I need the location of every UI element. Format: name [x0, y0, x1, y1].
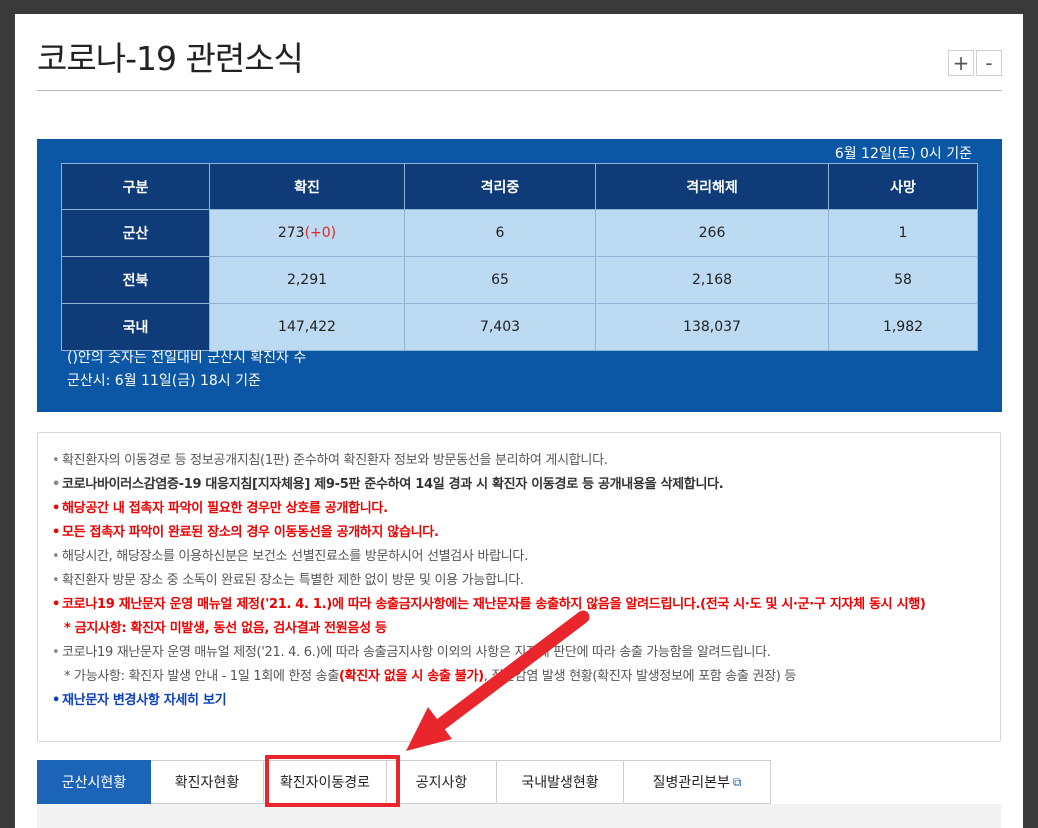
zoom-out-button[interactable]: -: [976, 50, 1002, 76]
tab-bar: 군산시현황 확진자현황 확진자이동경로 공지사항 국내발생현황 질병관리본부 ⧉: [37, 760, 771, 804]
stats-header-row: 구분 확진 격리중 격리해제 사망: [61, 163, 978, 210]
isolated-count: 6: [404, 209, 596, 257]
death-count: 1: [828, 209, 978, 257]
released-count: 266: [595, 209, 829, 257]
region-name: 국내: [61, 303, 210, 351]
page-title: 코로나-19 관련소식: [37, 39, 304, 78]
header-confirmed: 확진: [209, 163, 405, 210]
page: 코로나-19 관련소식 + - 6월 12일(토) 0시 기준 구분 확진 격리…: [15, 14, 1023, 828]
tab-gunsan-status[interactable]: 군산시현황: [37, 760, 151, 804]
notice-text: 코로나19 재난문자 운영 매뉴얼 제정('21. 4. 1.)에 따라 송출금…: [62, 597, 926, 612]
confirmed-count: 273(+0): [209, 209, 405, 257]
isolated-count: 65: [404, 256, 596, 304]
notice-item: 확진환자 방문 장소 중 소독이 완료된 장소는 특별한 제한 없이 방문 및 …: [52, 569, 1000, 593]
table-row: 전북 2,291 65 2,168 58: [61, 256, 978, 304]
notice-item: 확진환자의 이동경로 등 정보공개지침(1판) 준수하여 확진환자 정보와 방문…: [52, 449, 1000, 473]
header-isolated: 격리중: [404, 163, 596, 210]
confirmed-count: 2,291: [209, 256, 405, 304]
stats-date: 6월 12일(토) 0시 기준: [834, 146, 972, 162]
stats-panel: 6월 12일(토) 0시 기준 구분 확진 격리중 격리해제 사망 군산 273…: [37, 139, 1002, 412]
tab-notices[interactable]: 공지사항: [387, 760, 497, 804]
zoom-in-button[interactable]: +: [948, 50, 974, 76]
tab-movement-route[interactable]: 확진자이동경로: [264, 760, 387, 804]
region-name: 군산: [61, 209, 210, 257]
confirmed-delta: (+0): [304, 225, 337, 241]
tab-confirmed-status[interactable]: 확진자현황: [151, 760, 264, 804]
notice-box: 확진환자의 이동경로 등 정보공개지침(1판) 준수하여 확진환자 정보와 방문…: [37, 432, 1001, 742]
notice-subtext-b: (확진자 없을 시 송출 불가): [338, 669, 484, 684]
region-name: 전북: [61, 256, 210, 304]
table-row: 군산 273(+0) 6 266 1: [61, 209, 978, 257]
header-category: 구분: [61, 163, 210, 210]
notice-item: 코로나바이러스감염증-19 대응지침[지자체용] 제9-5판 준수하여 14일 …: [52, 473, 1000, 497]
header-released: 격리해제: [595, 163, 829, 210]
notice-item: 해당시간, 해당장소를 이용하신분은 보건소 선별진료소를 방문하시어 선별검사…: [52, 545, 1000, 569]
tab-kdca[interactable]: 질병관리본부 ⧉: [624, 760, 771, 804]
header-deaths: 사망: [828, 163, 978, 210]
table-row: 국내 147,422 7,403 138,037 1,982: [61, 303, 978, 351]
notice-item: 코로나19 재난문자 운영 매뉴얼 제정('21. 4. 1.)에 따라 송출금…: [52, 593, 1000, 641]
notice-item: 모든 접촉자 파악이 완료된 장소의 경우 이동동선을 공개하지 않습니다.: [52, 521, 1000, 545]
notice-text: 코로나19 재난문자 운영 매뉴얼 제정('21. 4. 6.)에 따라 송출금…: [62, 645, 771, 660]
notice-subtext: * 금지사항: 확진자 미발생, 동선 없음, 검사결과 전원음성 등: [64, 621, 387, 636]
isolated-count: 7,403: [404, 303, 596, 351]
released-count: 2,168: [595, 256, 829, 304]
external-link-icon: ⧉: [732, 774, 742, 789]
notice-subtext-c: , 집단감염 발생 현황(확진자 발생정보에 포함 송출 권장) 등: [483, 669, 797, 684]
stats-table: 구분 확진 격리중 격리해제 사망 군산 273(+0) 6 266 1 전북: [61, 163, 978, 351]
stats-note-basis: 군산시: 6월 11일(금) 18시 기준: [67, 373, 261, 389]
notice-item: 해당공간 내 접촉자 파악이 필요한 경우만 상호를 공개합니다.: [52, 497, 1000, 521]
notice-subtext-a: * 가능사항: 확진자 발생 안내 - 1일 1회에 한정 송출: [64, 669, 339, 684]
tab-domestic-status[interactable]: 국내발생현황: [497, 760, 624, 804]
confirmed-count: 147,422: [209, 303, 405, 351]
zoom-controls: + -: [948, 50, 1002, 76]
released-count: 138,037: [595, 303, 829, 351]
title-divider: [37, 90, 1002, 91]
disaster-text-change-link[interactable]: 재난문자 변경사항 자세히 보기: [52, 689, 1000, 713]
tab-kdca-label: 질병관리본부: [652, 775, 730, 791]
notice-list: 확진환자의 이동경로 등 정보공개지침(1판) 준수하여 확진환자 정보와 방문…: [38, 433, 1000, 713]
stats-note-delta: ()안의 숫자는 전일대비 군산시 확진자 수: [67, 350, 307, 366]
notice-subtext: * 가능사항: 확진자 발생 안내 - 1일 1회에 한정 송출(확진자 없을 …: [62, 665, 1000, 689]
death-count: 1,982: [828, 303, 978, 351]
stats-notes: ()안의 숫자는 전일대비 군산시 확진자 수 군산시: 6월 11일(금) 1…: [67, 347, 306, 393]
confirmed-value: 273: [277, 225, 305, 241]
tab-content-area: [37, 804, 1001, 828]
death-count: 58: [828, 256, 978, 304]
notice-item: 코로나19 재난문자 운영 매뉴얼 제정('21. 4. 6.)에 따라 송출금…: [52, 641, 1000, 689]
